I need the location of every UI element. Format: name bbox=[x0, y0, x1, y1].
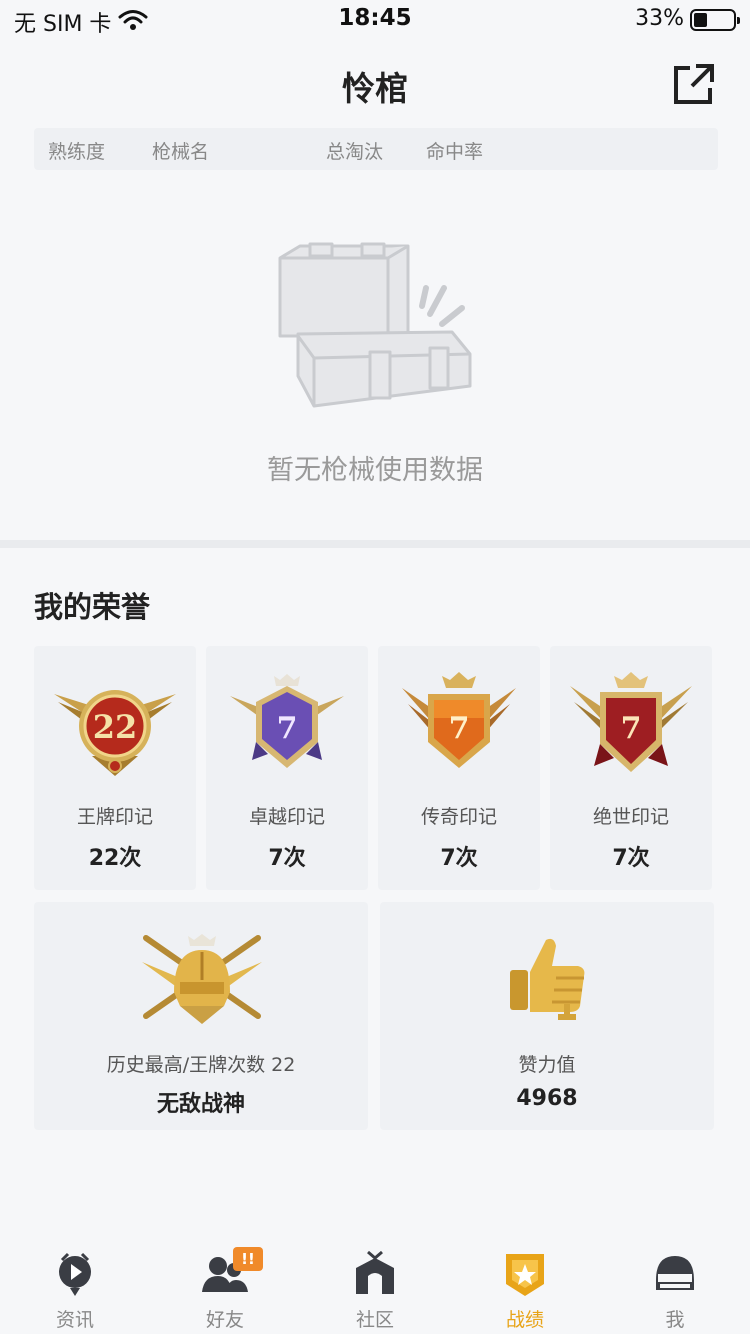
column-weapon-name[interactable]: 枪械名 bbox=[152, 137, 209, 164]
peerless-mark-count: 7次 bbox=[612, 846, 650, 871]
community-house-icon bbox=[356, 1250, 394, 1294]
weapon-table-header: 熟练度 枪械名 总淘汰 命中率 bbox=[34, 128, 718, 170]
nav-item-me[interactable]: 我 bbox=[600, 1238, 750, 1334]
helmet-emblem-icon bbox=[142, 934, 262, 1024]
ace-badge-number: 22 bbox=[93, 708, 138, 746]
peerless-badge-number: 7 bbox=[621, 711, 642, 746]
nav-item-news[interactable]: 资讯 bbox=[0, 1238, 150, 1334]
nav-label-record: 战绩 bbox=[505, 1309, 544, 1331]
column-accuracy[interactable]: 命中率 bbox=[426, 137, 483, 164]
elite-mark-badge-icon: 7 bbox=[230, 674, 344, 768]
battery-fill bbox=[694, 13, 707, 27]
nav-label-news: 资讯 bbox=[55, 1309, 94, 1331]
highest-rank-card[interactable]: 历史最高/王牌次数 22 无敌战神 bbox=[34, 902, 368, 1130]
column-total-kills[interactable]: 总淘汰 bbox=[326, 137, 383, 164]
honor-card-elite[interactable]: 7 卓越印记 7次 bbox=[206, 646, 368, 890]
ace-mark-badge-icon: 22 bbox=[54, 690, 176, 776]
elite-mark-label: 卓越印记 bbox=[248, 806, 325, 828]
likes-card[interactable]: 赞力值 4968 bbox=[380, 902, 714, 1130]
highest-rank-value: 无敌战神 bbox=[156, 1092, 245, 1117]
legend-mark-label: 传奇印记 bbox=[420, 806, 497, 828]
likes-value: 4968 bbox=[516, 1086, 578, 1111]
ace-mark-label: 王牌印记 bbox=[76, 806, 153, 828]
share-external-icon bbox=[674, 64, 714, 104]
elite-badge-number: 7 bbox=[277, 711, 298, 746]
nav-item-community[interactable]: 社区 bbox=[300, 1238, 450, 1334]
empty-state-text: 暂无枪械使用数据 bbox=[267, 455, 483, 486]
empty-chest-icon bbox=[278, 242, 472, 408]
share-button[interactable] bbox=[672, 62, 716, 106]
bottom-nav: 资讯 好友 社区 战绩 我 bbox=[0, 1238, 750, 1334]
page-title: 怜棺 bbox=[342, 69, 408, 108]
peerless-mark-label: 绝世印记 bbox=[592, 806, 669, 828]
honor-card-legend[interactable]: 7 传奇印记 7次 bbox=[378, 646, 540, 890]
helmet-icon bbox=[656, 1256, 694, 1290]
honors-title: 我的荣誉 bbox=[34, 590, 151, 624]
honor-card-ace[interactable]: 22 王牌印记 22次 bbox=[34, 646, 196, 890]
peerless-mark-badge-icon: 7 bbox=[570, 672, 692, 772]
nav-label-community: 社区 bbox=[355, 1309, 394, 1331]
status-bar: 无 SIM 卡 18:45 33% bbox=[0, 0, 750, 40]
record-badge-icon bbox=[506, 1254, 544, 1296]
nav-item-record[interactable]: 战绩 bbox=[450, 1238, 600, 1334]
nav-item-friends[interactable]: 好友 bbox=[150, 1238, 300, 1334]
legend-mark-count: 7次 bbox=[440, 846, 478, 871]
thumbs-up-trophy-icon bbox=[510, 938, 585, 1020]
column-mastery[interactable]: 熟练度 bbox=[48, 137, 105, 164]
elite-mark-count: 7次 bbox=[268, 846, 306, 871]
section-divider bbox=[0, 540, 750, 548]
news-play-icon bbox=[59, 1252, 91, 1296]
friends-notification-badge: !! bbox=[233, 1247, 263, 1271]
battery-percent: 33% bbox=[635, 6, 684, 31]
legend-mark-badge-icon: 7 bbox=[402, 672, 516, 768]
honor-card-peerless[interactable]: 7 绝世印记 7次 bbox=[550, 646, 712, 890]
nav-label-me: 我 bbox=[665, 1309, 685, 1331]
battery-icon bbox=[690, 9, 740, 31]
nav-label-friends: 好友 bbox=[205, 1309, 244, 1331]
likes-label: 赞力值 bbox=[518, 1054, 576, 1076]
highest-rank-label: 历史最高/王牌次数 22 bbox=[106, 1054, 296, 1076]
ace-mark-count: 22次 bbox=[88, 846, 142, 871]
legend-badge-number: 7 bbox=[449, 711, 470, 746]
